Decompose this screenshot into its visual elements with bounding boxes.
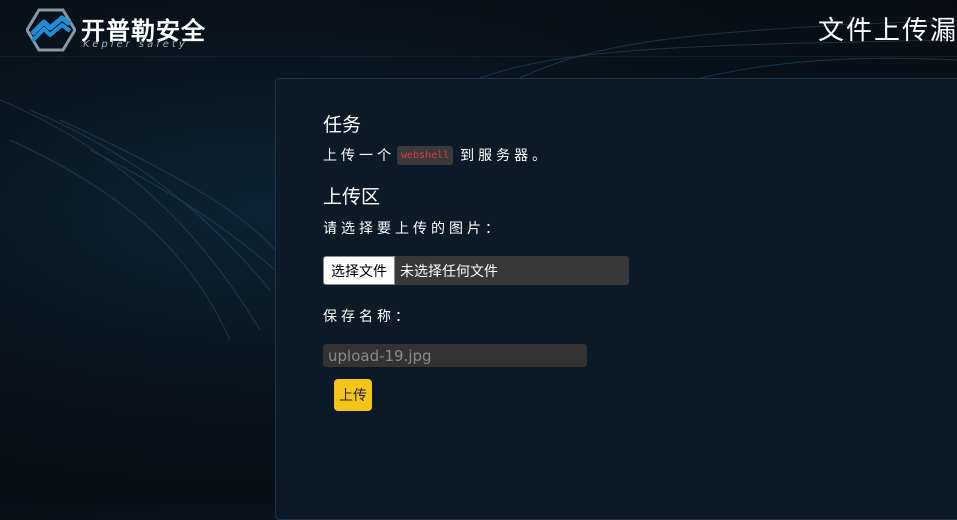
upload-button[interactable]: 上传 <box>334 379 372 411</box>
save-name-label: 保存名称： <box>323 309 413 325</box>
webshell-code: webshell <box>397 145 454 165</box>
upload-heading: 上传区 <box>323 186 381 208</box>
choose-file-button[interactable]: 选择文件 <box>323 256 395 285</box>
task-description: 上传一个 webshell 到服务器。 <box>323 145 550 165</box>
file-status-text: 未选择任何文件 <box>400 263 498 280</box>
page-title: 文件上传漏 <box>818 16 957 46</box>
task-heading: 任务 <box>323 114 362 136</box>
task-text-after: 到服务器。 <box>460 148 551 164</box>
logo-text-en: Kepler safety <box>83 39 188 50</box>
file-input[interactable]: 选择文件 未选择任何文件 <box>323 256 629 285</box>
choose-file-label: 请选择要上传的图片： <box>323 221 503 237</box>
kepler-logo: 开普勒安全 Kepler safety <box>26 8 206 52</box>
task-text-before: 上传一个 <box>323 148 395 164</box>
save-name-input[interactable] <box>323 344 587 367</box>
main-panel: 任务 上传一个 webshell 到服务器。 上传区 请选择要上传的图片： 选择… <box>275 78 957 520</box>
kepler-logo-icon <box>26 8 76 52</box>
